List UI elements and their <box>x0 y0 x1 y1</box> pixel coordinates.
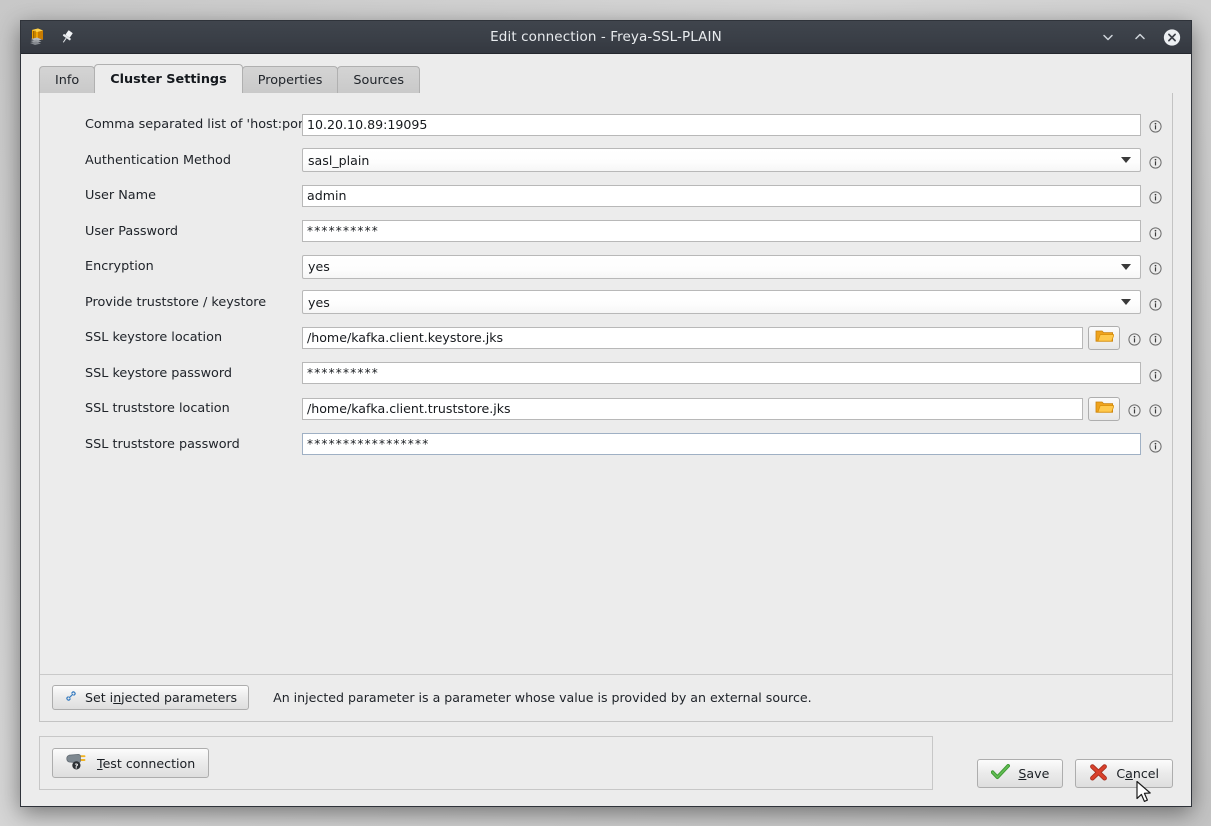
encryption-select[interactable]: yes <box>302 255 1141 279</box>
edit-connection-window: Edit connection - Freya-SSL-PLAIN <box>20 20 1192 807</box>
user-name-input[interactable] <box>302 185 1141 207</box>
folder-open-icon <box>1095 399 1114 418</box>
window-footer: ? Test connection Save <box>21 722 1191 806</box>
row-host-port-list: Comma separated list of 'host:port'-s <box>50 107 1162 143</box>
info-circle-icon-secondary[interactable] <box>1149 402 1162 415</box>
save-label: Save <box>1018 766 1049 781</box>
info-circle-icon[interactable] <box>1149 118 1162 131</box>
tab-cluster-settings[interactable]: Cluster Settings <box>94 64 242 93</box>
tab-sources[interactable]: Sources <box>337 66 420 93</box>
cancel-label: Cancel <box>1116 766 1159 781</box>
maximize-button[interactable] <box>1131 28 1149 46</box>
label-ssl-truststore-location: SSL truststore location <box>50 401 302 416</box>
tab-properties[interactable]: Properties <box>242 66 339 93</box>
chevron-down-icon <box>1121 299 1131 305</box>
row-user-name: User Name <box>50 178 1162 214</box>
plug-question-icon: ? <box>66 753 88 774</box>
injected-parameters-note: An injected parameter is a parameter who… <box>273 690 812 705</box>
info-circle-icon[interactable] <box>1149 260 1162 273</box>
info-circle-icon[interactable] <box>1149 225 1162 238</box>
row-provide-truststore-keystore: Provide truststore / keystore yes <box>50 285 1162 321</box>
settings-form: Comma separated list of 'host:port'-s Au… <box>40 93 1172 674</box>
info-circle-icon[interactable] <box>1149 367 1162 380</box>
svg-text:?: ? <box>74 762 78 770</box>
label-host-port-list: Comma separated list of 'host:port'-s <box>50 117 302 132</box>
encryption-value: yes <box>308 259 1121 274</box>
folder-open-icon <box>1095 328 1114 347</box>
set-injected-parameters-button[interactable]: Set injected parameters <box>52 685 249 710</box>
row-encryption: Encryption yes <box>50 249 1162 285</box>
row-ssl-keystore-location: SSL keystore location <box>50 320 1162 356</box>
save-button[interactable]: Save <box>977 759 1063 788</box>
label-user-password: User Password <box>50 224 302 239</box>
red-cross-icon <box>1089 764 1108 784</box>
titlebar-left-icons <box>29 27 75 47</box>
row-user-password: User Password <box>50 214 1162 250</box>
ssl-keystore-password-input[interactable] <box>302 362 1141 384</box>
window-controls <box>1099 28 1185 46</box>
ssl-truststore-location-input[interactable] <box>302 398 1083 420</box>
ssl-keystore-location-browse-button[interactable] <box>1088 326 1120 350</box>
row-ssl-truststore-password: SSL truststore password <box>50 427 1162 463</box>
chevron-down-icon <box>1121 264 1131 270</box>
row-authentication-method: Authentication Method sasl_plain <box>50 143 1162 179</box>
authentication-method-select[interactable]: sasl_plain <box>302 148 1141 172</box>
injected-parameters-bar: Set injected parameters An injected para… <box>40 674 1172 721</box>
user-password-input[interactable] <box>302 220 1141 242</box>
window-title: Edit connection - Freya-SSL-PLAIN <box>21 21 1191 53</box>
authentication-method-value: sasl_plain <box>308 153 1121 168</box>
tab-bar: Info Cluster Settings Properties Sources <box>21 54 1191 93</box>
test-connection-button[interactable]: ? Test connection <box>52 748 209 778</box>
info-circle-icon[interactable] <box>1149 438 1162 451</box>
green-check-icon <box>991 764 1010 783</box>
info-circle-icon[interactable] <box>1149 296 1162 309</box>
info-circle-icon-secondary[interactable] <box>1149 331 1162 344</box>
row-ssl-truststore-location: SSL truststore location <box>50 391 1162 427</box>
label-user-name: User Name <box>50 188 302 203</box>
label-authentication-method: Authentication Method <box>50 153 302 168</box>
chevron-down-icon <box>1121 157 1131 163</box>
label-ssl-keystore-password: SSL keystore password <box>50 366 302 381</box>
link-chain-icon <box>64 689 78 706</box>
provide-truststore-keystore-select[interactable]: yes <box>302 290 1141 314</box>
info-circle-icon[interactable] <box>1149 189 1162 202</box>
set-injected-parameters-label: Set injected parameters <box>85 690 237 705</box>
row-ssl-keystore-password: SSL keystore password <box>50 356 1162 392</box>
cluster-settings-panel: Comma separated list of 'host:port'-s Au… <box>39 92 1173 722</box>
label-ssl-truststore-password: SSL truststore password <box>50 437 302 452</box>
test-connection-label: Test connection <box>97 756 195 771</box>
books-stack-icon <box>29 27 49 47</box>
test-connection-group: ? Test connection <box>39 736 933 790</box>
label-encryption: Encryption <box>50 259 302 274</box>
host-port-list-input[interactable] <box>302 114 1141 136</box>
label-provide-truststore-keystore: Provide truststore / keystore <box>50 295 302 310</box>
window-titlebar: Edit connection - Freya-SSL-PLAIN <box>21 21 1191 54</box>
minimize-button[interactable] <box>1099 28 1117 46</box>
provide-truststore-keystore-value: yes <box>308 295 1121 310</box>
info-circle-icon[interactable] <box>1128 331 1141 344</box>
info-circle-icon[interactable] <box>1149 154 1162 167</box>
label-ssl-keystore-location: SSL keystore location <box>50 330 302 345</box>
tab-info[interactable]: Info <box>39 66 95 93</box>
ssl-keystore-location-input[interactable] <box>302 327 1083 349</box>
close-button[interactable] <box>1163 28 1181 46</box>
info-circle-icon[interactable] <box>1128 402 1141 415</box>
ssl-truststore-location-browse-button[interactable] <box>1088 397 1120 421</box>
dialog-action-buttons: Save Cancel <box>947 759 1173 790</box>
desktop-background: Edit connection - Freya-SSL-PLAIN <box>0 0 1211 826</box>
pin-icon[interactable] <box>59 29 75 45</box>
cancel-button[interactable]: Cancel <box>1075 759 1173 788</box>
ssl-truststore-password-input[interactable] <box>302 433 1141 455</box>
